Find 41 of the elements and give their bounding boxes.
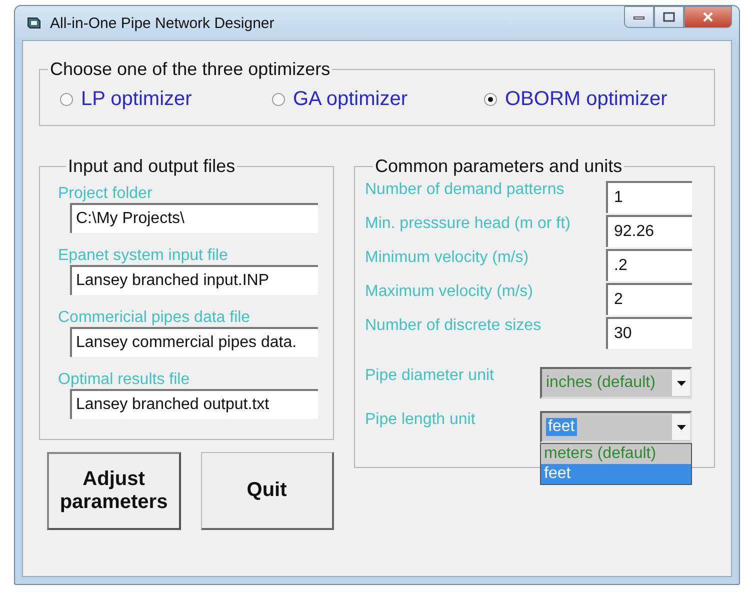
minimize-icon bbox=[633, 14, 645, 20]
group-label: Choose one of the three optimizers bbox=[49, 59, 332, 80]
text-field[interactable]: .2 bbox=[606, 249, 692, 281]
minimize-button[interactable] bbox=[624, 6, 654, 28]
field-label: Min. presssure head (m or ft) bbox=[365, 215, 570, 233]
close-button[interactable] bbox=[684, 6, 732, 28]
caret-icon bbox=[672, 414, 690, 440]
radio-button[interactable] bbox=[60, 93, 73, 106]
maximize-button[interactable] bbox=[654, 6, 684, 28]
app-icon bbox=[26, 15, 42, 31]
text-field[interactable]: Lansey commercial pipes data. bbox=[70, 327, 318, 357]
text-field[interactable]: 1 bbox=[606, 181, 692, 213]
field-label: Commericial pipes data file bbox=[58, 309, 252, 327]
maximize-icon bbox=[663, 12, 675, 22]
field-label: Pipe diameter unit bbox=[365, 367, 494, 385]
field-label: Project folder bbox=[58, 185, 154, 203]
caret-icon bbox=[672, 370, 690, 396]
field-label: Epanet system input file bbox=[58, 247, 229, 265]
action-button[interactable]: Adjust parameters bbox=[47, 452, 181, 530]
radio-option[interactable]: GA optimizer bbox=[272, 88, 484, 111]
text-field[interactable]: Lansey branched input.INP bbox=[70, 265, 318, 295]
field-label: Minimum velocity (m/s) bbox=[365, 249, 529, 267]
text-field[interactable]: Lansey branched output.txt bbox=[70, 389, 318, 419]
text-field[interactable]: 92.26 bbox=[606, 215, 692, 247]
group-label: Common parameters and units bbox=[374, 156, 624, 177]
window-title: All-in-One Pipe Network Designer bbox=[50, 14, 276, 32]
text-field[interactable]: C:\My Projects\ bbox=[70, 203, 318, 233]
field-label: Number of discrete sizes bbox=[365, 317, 542, 335]
group-label: Input and output files bbox=[67, 156, 236, 177]
radio-button[interactable] bbox=[484, 93, 497, 106]
field-label: Pipe length unit bbox=[365, 411, 476, 429]
field-label: Number of demand patterns bbox=[365, 181, 564, 199]
field-label: Optimal results file bbox=[58, 371, 191, 389]
text-field[interactable]: 2 bbox=[606, 283, 692, 315]
text-field[interactable]: 30 bbox=[606, 317, 692, 349]
radio-option[interactable]: LP optimizer bbox=[60, 88, 272, 111]
field-label: Maximum velocity (m/s) bbox=[365, 283, 534, 301]
radio-option[interactable]: OBORM optimizer bbox=[484, 88, 696, 111]
close-icon bbox=[702, 12, 714, 22]
action-button[interactable]: Quit bbox=[200, 452, 334, 530]
radio-button[interactable] bbox=[272, 93, 285, 106]
